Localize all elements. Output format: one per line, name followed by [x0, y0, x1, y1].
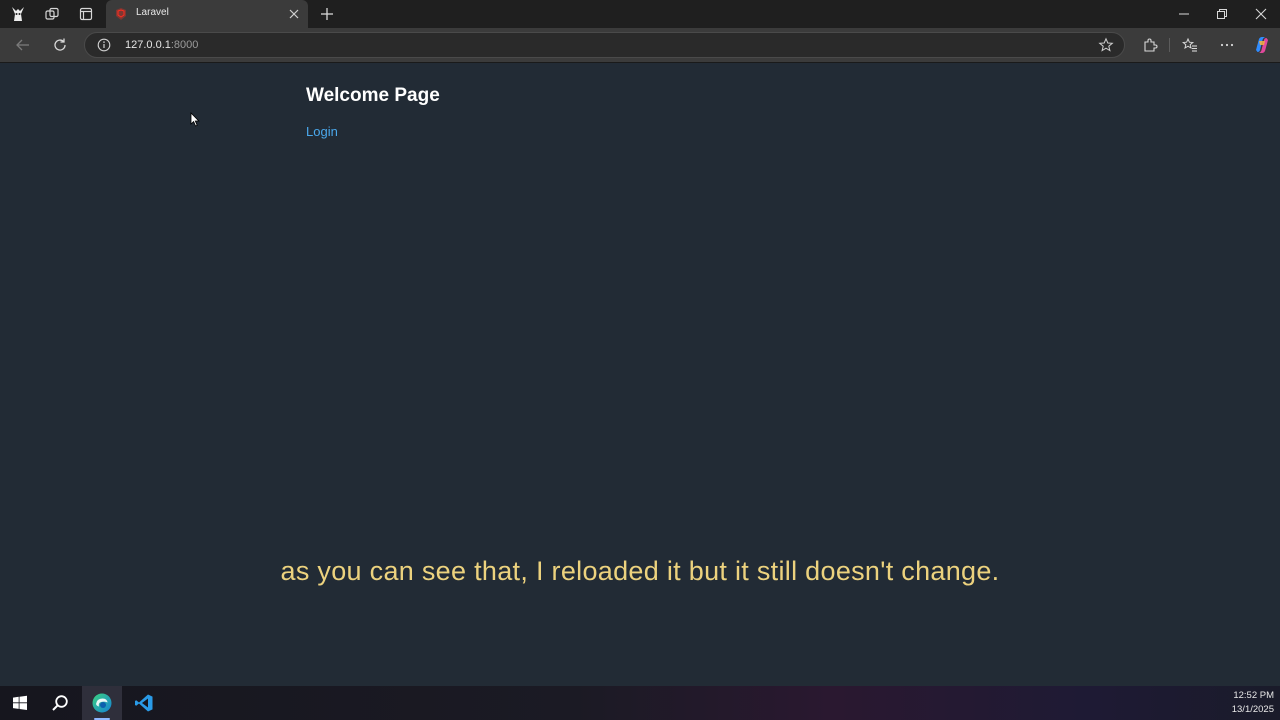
browser-title-bar: Laravel	[0, 0, 1280, 28]
workspaces-icon[interactable]	[42, 4, 62, 24]
more-icon[interactable]	[1217, 35, 1237, 55]
favorites-icon[interactable]	[1180, 35, 1200, 55]
vscode-icon[interactable]	[124, 686, 164, 720]
close-window-icon[interactable]	[1251, 4, 1271, 24]
page-title: Welcome Page	[306, 85, 440, 106]
info-icon[interactable]	[97, 38, 111, 52]
back-icon[interactable]	[13, 35, 33, 55]
windows-start-icon[interactable]	[0, 686, 40, 720]
address-host: 127.0.0.1	[125, 39, 171, 51]
browser-tab-active[interactable]: Laravel	[106, 0, 308, 28]
clock-date: 13/1/2025	[1231, 704, 1274, 715]
windows-taskbar: 12:52 PM 13/1/2025	[0, 686, 1280, 720]
address-port: :8000	[170, 39, 199, 51]
star-icon[interactable]	[1098, 37, 1114, 53]
clock-time: 12:52 PM	[1233, 690, 1274, 701]
search-icon[interactable]	[40, 686, 80, 720]
browser-toolbar: 127.0.0.1:8000	[0, 28, 1280, 62]
restore-icon[interactable]	[1212, 4, 1232, 24]
laravel-favicon	[114, 7, 128, 21]
copilot-icon[interactable]	[1252, 35, 1272, 55]
page-viewport: Welcome Page Login as you can see that, …	[0, 62, 1280, 686]
login-link[interactable]: Login	[306, 124, 338, 139]
system-clock[interactable]: 12:52 PM 13/1/2025	[1232, 689, 1274, 717]
extensions-icon[interactable]	[1140, 35, 1160, 55]
address-bar[interactable]: 127.0.0.1:8000	[84, 32, 1125, 58]
toolbar-separator	[1169, 38, 1170, 52]
tab-title: Laravel	[136, 7, 169, 18]
mouse-cursor-icon	[190, 112, 200, 128]
close-icon[interactable]	[286, 6, 302, 22]
video-caption: as you can see that, I reloaded it but i…	[280, 556, 1000, 586]
minimize-icon[interactable]	[1174, 4, 1194, 24]
plus-icon[interactable]	[317, 4, 337, 24]
edge-icon[interactable]	[82, 686, 122, 720]
address-url: 127.0.0.1:8000	[125, 39, 198, 51]
refresh-icon[interactable]	[50, 35, 70, 55]
profile-icon[interactable]	[8, 4, 28, 24]
tab-actions-icon[interactable]	[76, 4, 96, 24]
